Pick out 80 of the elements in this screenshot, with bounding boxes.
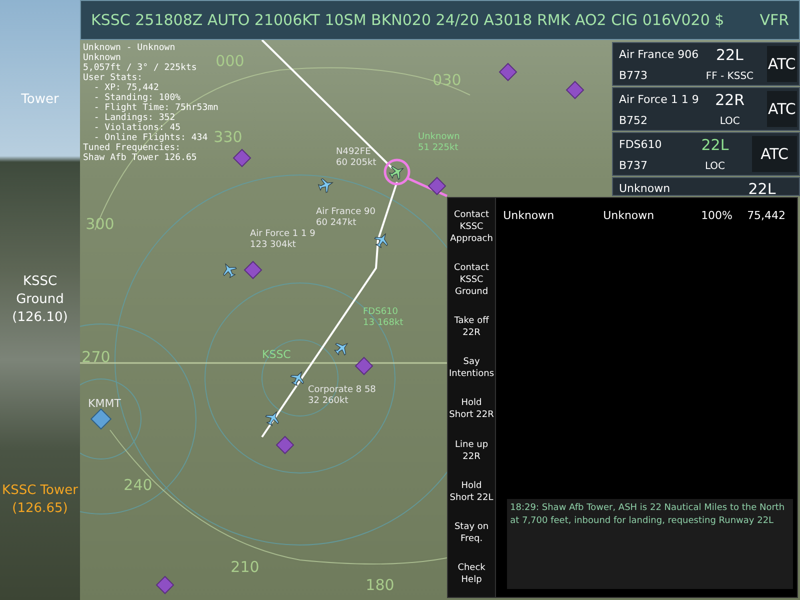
strip-callsign: FDS610 xyxy=(619,136,662,153)
aircraft-info: 123 304kt xyxy=(250,240,296,250)
metar-text: KSSC 251808Z AUTO 21006KT 10SM BKN020 24/20 A3018 RMK AO2 CIG 016V020 $ xyxy=(91,10,724,31)
frequency-name[interactable]: KSSC Tower xyxy=(2,482,78,500)
airport-label: KMMT xyxy=(88,397,121,410)
strip-callsign: Air France 906 xyxy=(619,46,699,63)
stats-line: - XP: 75,442 xyxy=(92,83,160,93)
stats-line: User Stats: xyxy=(83,73,144,83)
frequency-value: (126.10) xyxy=(12,309,68,327)
aircraft-callsign: Air France 90 xyxy=(316,207,376,217)
stats-line: - Landings: 352 xyxy=(92,113,176,123)
bearing-label: 240 xyxy=(124,476,152,494)
atc-button[interactable]: ATC xyxy=(752,136,797,172)
stats-line: Unknown xyxy=(83,53,122,63)
traffic-cell-text: Unknown xyxy=(503,208,556,224)
traffic-cell-text: Unknown xyxy=(603,208,656,224)
aircraft-callsign: N492FE xyxy=(336,147,371,157)
plane-icon xyxy=(388,166,404,180)
command-button[interactable]: Hold Short 22L xyxy=(448,480,496,504)
strip-aircraft-type: B737 xyxy=(619,158,648,174)
plane-icon xyxy=(265,411,279,426)
bearing-label: 330 xyxy=(214,128,242,146)
traffic-cell-text: 100% xyxy=(701,208,734,224)
stats-line: Unknown - Unknown xyxy=(83,43,176,53)
aircraft-callsign: Corporate 8 58 xyxy=(308,385,376,395)
command-button[interactable]: Say Intentions xyxy=(448,356,496,380)
atc-button[interactable]: ATC xyxy=(766,91,797,127)
frequency-name[interactable]: KSSC Ground xyxy=(2,273,78,309)
plane-icon xyxy=(318,178,334,193)
strip-aircraft-type: B752 xyxy=(619,112,648,129)
aircraft-info: 60 247kt xyxy=(316,218,356,228)
stats-line: Shaw Afb Tower 126.65 xyxy=(83,153,198,163)
plane-icon xyxy=(334,342,348,356)
strip-aircraft-type: B773 xyxy=(619,68,648,84)
aircraft-callsign: FDS610 xyxy=(363,307,398,317)
stats-line: - Violations: 45 xyxy=(92,123,182,133)
strip-runway: 22R xyxy=(714,90,746,111)
selection-ring xyxy=(384,158,448,198)
flight-rules: VFR xyxy=(760,10,789,31)
flight-strip[interactable]: FDS610 22L B737 LOC ATC xyxy=(612,132,800,176)
command-button[interactable]: Contact KSSC Approach xyxy=(448,208,496,245)
command-button[interactable]: Hold Short 22R xyxy=(448,397,496,422)
strip-callsign: Air Force 1 1 9 xyxy=(619,92,699,108)
aircraft-info: 13 168kt xyxy=(363,318,404,328)
aircraft-info: 32 260kt xyxy=(308,396,348,406)
flight-strip[interactable]: Unknown 22L xyxy=(612,177,800,196)
bearing-label: 300 xyxy=(86,215,114,233)
aircraft-info: 60 205kt xyxy=(336,158,376,168)
plane-icon xyxy=(290,371,304,386)
atc-button[interactable]: ATC xyxy=(766,46,797,82)
stats-line: Tuned Frequencies: xyxy=(83,143,182,153)
aircraft-callsign: Unknown xyxy=(418,132,460,142)
plane-icon xyxy=(374,233,388,248)
strip-status: LOC xyxy=(718,114,741,128)
command-button[interactable]: Stay on Freq. xyxy=(448,521,496,546)
stats-line: 5,057ft / 3° / 225kts xyxy=(83,63,198,73)
plane-icon xyxy=(223,263,237,278)
stats-line: - Flight Time: 75hr53mn xyxy=(92,103,218,113)
flight-strip[interactable]: Air France 906 22L B773 FF - KSSC ATC xyxy=(612,42,800,86)
message-text: 18:29: Shaw Afb Tower, ASH is 22 Nautical Miles to the North at 7,700 feet, inbound for landing, requesting Runway 22L xyxy=(510,502,786,528)
frequency-value: (126.65) xyxy=(12,500,68,518)
command-button[interactable]: Take off 22R xyxy=(448,315,496,340)
strip-runway: 22L xyxy=(714,44,744,66)
strip-status: LOC xyxy=(704,160,726,174)
aircraft-callsign: Air Force 1 1 9 xyxy=(250,229,316,239)
aircraft-info: 51 225kt xyxy=(418,143,458,153)
strip-callsign: Unknown xyxy=(619,181,670,197)
bearing-label: 270 xyxy=(82,348,110,366)
strip-status: FF - KSSC xyxy=(704,70,755,84)
stats-line: - Online Flights: 434 xyxy=(92,133,209,143)
airport-label: KSSC xyxy=(262,348,291,361)
stats-line: - Standing: 100% xyxy=(92,93,182,103)
command-button[interactable]: Check Help xyxy=(448,562,496,586)
flight-strip[interactable]: Air Force 1 1 9 22R B752 LOC ATC xyxy=(612,87,800,131)
strip-runway: 22L xyxy=(700,134,730,156)
bearing-label: 210 xyxy=(230,558,260,576)
command-button[interactable]: Line up 22R xyxy=(448,438,496,463)
bearing-label: 180 xyxy=(366,576,394,594)
traffic-cell-text: 75,442 xyxy=(747,208,787,224)
command-button[interactable]: Contact KSSC Ground xyxy=(448,262,496,298)
